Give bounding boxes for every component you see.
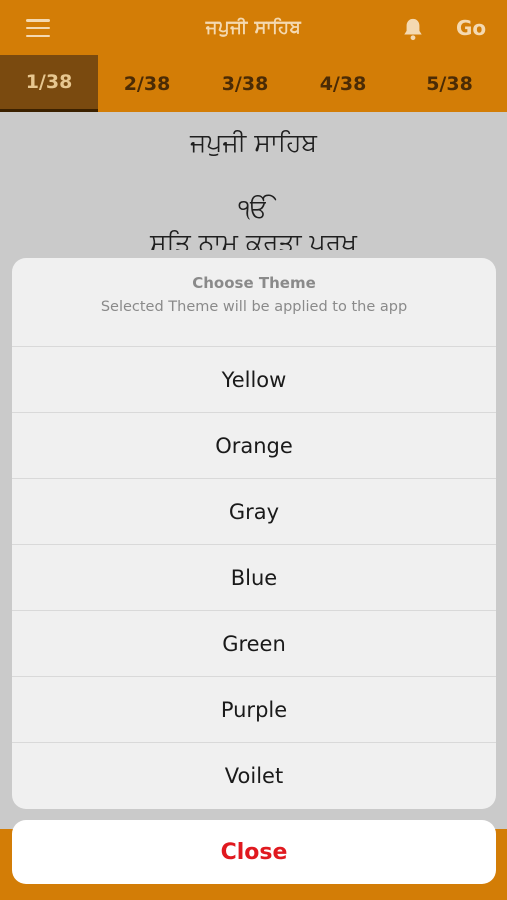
bell-icon[interactable] — [402, 17, 424, 41]
go-button[interactable]: Go — [456, 16, 486, 40]
sheet-header: Choose Theme Selected Theme will be appl… — [12, 258, 496, 347]
page-tabs: 1/38 2/38 3/38 4/38 5/38 — [0, 55, 507, 112]
app-header: ਜਪੁਜੀ ਸਾਹਿਬ Go — [0, 0, 507, 55]
theme-option-green[interactable]: Green — [12, 611, 496, 677]
scripture-title: ਜਪੁਜੀ ਸਾਹਿਬ — [189, 128, 318, 157]
theme-option-gray[interactable]: Gray — [12, 479, 496, 545]
theme-option-blue[interactable]: Blue — [12, 545, 496, 611]
sheet-heading: Choose Theme — [192, 274, 316, 292]
ek-onkar-symbol: ੴ — [238, 194, 269, 223]
theme-option-voilet[interactable]: Voilet — [12, 743, 496, 809]
choose-theme-sheet: Choose Theme Selected Theme will be appl… — [12, 258, 496, 809]
tab-page-3[interactable]: 3/38 — [196, 55, 294, 112]
sheet-subtitle: Selected Theme will be applied to the ap… — [100, 299, 408, 315]
page-title: ਜਪੁਜੀ ਸਾਹਿਬ — [205, 17, 302, 38]
tab-page-2[interactable]: 2/38 — [98, 55, 196, 112]
close-button[interactable]: Close — [12, 820, 496, 884]
scripture-line: ਸਤਿ ਨਾਮੁ ਕਰਤਾ ਪੁਰਖੁ — [150, 228, 357, 250]
theme-option-orange[interactable]: Orange — [12, 413, 496, 479]
tab-page-5[interactable]: 5/38 — [392, 55, 507, 112]
tab-page-4[interactable]: 4/38 — [294, 55, 392, 112]
hamburger-menu-icon[interactable] — [26, 19, 50, 37]
theme-option-yellow[interactable]: Yellow — [12, 347, 496, 413]
tab-page-1[interactable]: 1/38 — [0, 55, 98, 112]
theme-option-purple[interactable]: Purple — [12, 677, 496, 743]
